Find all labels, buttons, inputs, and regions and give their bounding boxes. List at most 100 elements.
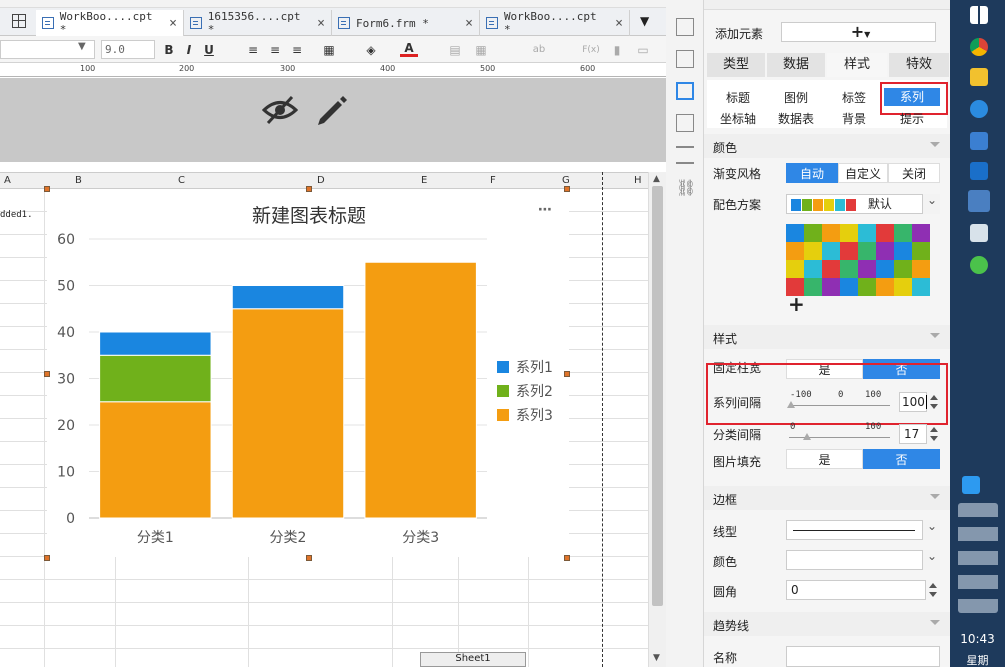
align-center-icon[interactable]: ≡: [266, 41, 284, 59]
close-icon[interactable]: ×: [615, 16, 623, 31]
table-icon[interactable]: ▦: [472, 41, 490, 59]
color-scheme-select[interactable]: 默认: [786, 191, 940, 214]
sub-tab-title[interactable]: 标题: [710, 89, 766, 107]
collapse-icon[interactable]: [930, 620, 940, 625]
column-label[interactable]: D: [317, 175, 325, 186]
tab-overflow-icon[interactable]: ▼: [640, 14, 649, 28]
notepad-icon[interactable]: [970, 224, 988, 242]
palette-swatch[interactable]: [822, 224, 840, 242]
tab-type[interactable]: 类型: [707, 53, 765, 77]
step-down-icon[interactable]: [929, 592, 937, 597]
qq-browser-icon[interactable]: [962, 476, 980, 494]
palette-swatch[interactable]: [876, 242, 894, 260]
close-icon[interactable]: ×: [465, 16, 473, 31]
column-label[interactable]: A: [4, 175, 11, 186]
finereport-icon[interactable]: [968, 190, 990, 212]
merge-icon[interactable]: ▤: [446, 41, 464, 59]
palette-swatch[interactable]: [840, 224, 858, 242]
palette-swatch[interactable]: [804, 260, 822, 278]
palette-swatch[interactable]: [804, 224, 822, 242]
border-section-header[interactable]: 边框: [704, 486, 950, 510]
trendline-section-header[interactable]: 趋势线: [704, 612, 950, 636]
palette-swatch[interactable]: [858, 278, 876, 296]
tab-data[interactable]: 数据: [767, 53, 825, 77]
italic-button[interactable]: I: [180, 41, 198, 59]
formula-button[interactable]: F(x): [580, 41, 602, 59]
edit-pencil-icon[interactable]: [314, 93, 348, 127]
radius-input[interactable]: 0: [786, 580, 926, 600]
chevron-down-icon[interactable]: ▼: [78, 41, 86, 52]
line-type-select[interactable]: [786, 517, 940, 540]
scroll-down-icon[interactable]: ▼: [653, 653, 660, 663]
text-color-button[interactable]: A: [400, 41, 418, 57]
resize-handle[interactable]: [564, 555, 570, 561]
column-label[interactable]: B: [75, 175, 82, 186]
file-explorer-icon[interactable]: [970, 68, 988, 86]
palette-swatch[interactable]: [876, 260, 894, 278]
palette-swatch[interactable]: [894, 260, 912, 278]
resize-handle[interactable]: [44, 371, 50, 377]
slider-thumb[interactable]: [803, 433, 811, 440]
scroll-up-icon[interactable]: ▲: [653, 174, 660, 184]
palette-swatch[interactable]: [840, 242, 858, 260]
palette-swatch[interactable]: [822, 260, 840, 278]
palette-swatch[interactable]: [804, 242, 822, 260]
step-up-icon[interactable]: [930, 427, 938, 432]
chart-widget[interactable]: 新建图表标题 ⋯ 0 10 20 30 40 50 60 分类1 分类2 分类3 系列1 系列2 系列3: [47, 189, 569, 557]
palette-swatch[interactable]: [894, 224, 912, 242]
bold-button[interactable]: B: [160, 41, 178, 59]
grid-icon[interactable]: [12, 14, 26, 28]
sheet-tab[interactable]: Sheet1: [420, 652, 526, 667]
collapse-icon[interactable]: [930, 494, 940, 499]
tab-style[interactable]: 样式: [827, 53, 887, 77]
palette-swatch[interactable]: [840, 260, 858, 278]
scroll-thumb[interactable]: [652, 186, 663, 606]
palette-swatch[interactable]: [786, 242, 804, 260]
tab-effects[interactable]: 特效: [889, 53, 949, 77]
radius-stepper[interactable]: [927, 580, 941, 600]
gradient-custom-button[interactable]: 自定义: [838, 163, 888, 183]
style-section-header[interactable]: 样式: [704, 325, 950, 349]
palette-swatch[interactable]: [786, 260, 804, 278]
hide-eye-icon[interactable]: [262, 95, 298, 125]
document-tab-3[interactable]: Form6.frm * ×: [332, 10, 480, 36]
palette-swatch[interactable]: [840, 278, 858, 296]
image-fill-no-button[interactable]: 否: [863, 449, 940, 469]
align-right-icon[interactable]: ≡: [288, 41, 306, 59]
chart-properties-icon[interactable]: [676, 82, 694, 100]
collapse-icon[interactable]: [930, 142, 940, 147]
document-tab-1[interactable]: WorkBoo....cpt * ×: [36, 10, 184, 36]
resize-handle[interactable]: [306, 186, 312, 192]
taskbar-clock[interactable]: 10:43: [950, 632, 1005, 646]
sub-tab-legend[interactable]: 图例: [768, 89, 824, 107]
chevron-down-icon[interactable]: [922, 517, 940, 540]
palette-swatch[interactable]: [912, 242, 930, 260]
vertical-scrollbar[interactable]: ▲ ▼: [648, 172, 666, 667]
outlook-icon[interactable]: [970, 162, 988, 180]
column-label[interactable]: C: [178, 175, 185, 186]
palette-swatch[interactable]: [876, 278, 894, 296]
step-down-icon[interactable]: [930, 436, 938, 441]
color-palette-grid[interactable]: [786, 224, 930, 296]
sub-tab-background[interactable]: 背景: [826, 110, 882, 128]
image-fill-yes-button[interactable]: 是: [786, 449, 863, 469]
chart-icon[interactable]: ▮: [608, 41, 626, 59]
sub-tab-tooltip[interactable]: 提示: [884, 110, 940, 128]
border-icon[interactable]: ▦: [320, 41, 338, 59]
palette-swatch[interactable]: [858, 242, 876, 260]
column-label[interactable]: E: [421, 175, 427, 186]
palette-swatch[interactable]: [894, 278, 912, 296]
chevron-down-icon[interactable]: [922, 547, 940, 570]
palette-swatch[interactable]: [876, 224, 894, 242]
close-icon[interactable]: ×: [169, 16, 177, 31]
layout-icon[interactable]: [676, 18, 694, 36]
sub-tab-datasheet[interactable]: 数据表: [768, 110, 824, 128]
sub-tab-label[interactable]: 标签: [826, 89, 882, 107]
palette-swatch[interactable]: [858, 224, 876, 242]
gradient-off-button[interactable]: 关闭: [888, 163, 940, 183]
category-gap-input[interactable]: 17: [899, 424, 927, 444]
border-color-select[interactable]: [786, 547, 940, 570]
palette-swatch[interactable]: [822, 278, 840, 296]
resize-handle[interactable]: [44, 555, 50, 561]
outlook-sync-icon[interactable]: [970, 132, 988, 150]
